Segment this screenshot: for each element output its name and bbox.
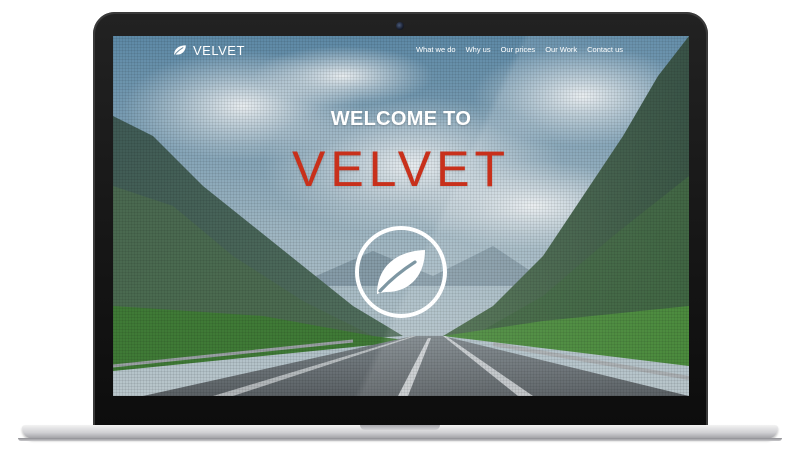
brand-logo-link[interactable]: VELVET bbox=[173, 42, 245, 58]
leaf-icon bbox=[355, 226, 447, 318]
webcam bbox=[396, 22, 404, 30]
main-nav: What we do Why us Our prices Our Work Co… bbox=[416, 45, 623, 54]
laptop-open-notch bbox=[360, 425, 440, 430]
brand-name: VELVET bbox=[193, 42, 245, 58]
nav-item-why-us[interactable]: Why us bbox=[466, 45, 491, 54]
leaf-icon bbox=[174, 45, 186, 55]
nav-item-contact-us[interactable]: Contact us bbox=[587, 45, 623, 54]
hero-title: VELVET bbox=[291, 141, 511, 197]
nav-item-our-work[interactable]: Our Work bbox=[545, 45, 577, 54]
laptop-screen: VELVET What we do Why us Our prices Our … bbox=[113, 36, 689, 396]
nav-item-what-we-do[interactable]: What we do bbox=[416, 45, 456, 54]
nav-item-our-prices[interactable]: Our prices bbox=[501, 45, 536, 54]
pattern-overlay bbox=[113, 36, 689, 396]
laptop-base-edge bbox=[18, 438, 782, 441]
hero-welcome-text: WELCOME TO bbox=[330, 108, 472, 130]
